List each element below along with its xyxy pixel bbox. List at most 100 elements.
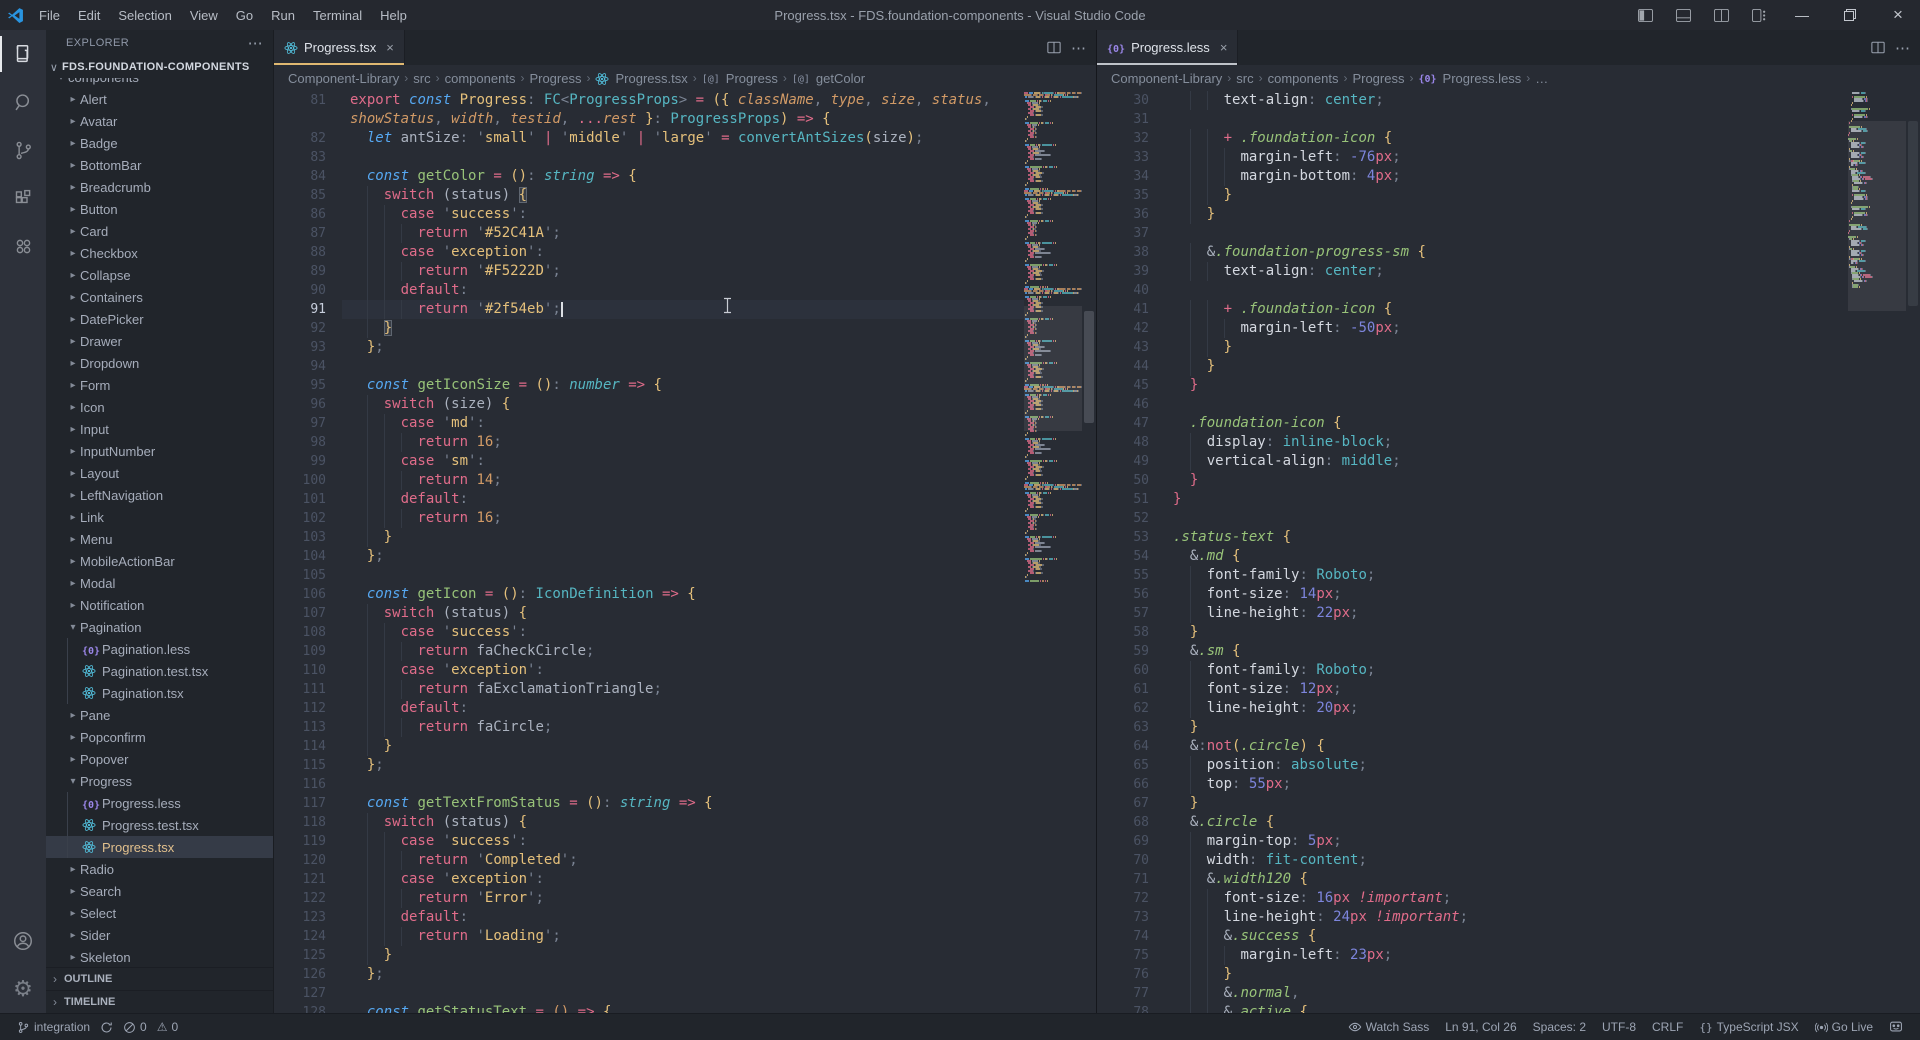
tree-item-collapse[interactable]: ▸Collapse — [46, 264, 273, 286]
tree-item-datepicker[interactable]: ▸DatePicker — [46, 308, 273, 330]
settings-icon[interactable]: ⚙ — [0, 965, 46, 1013]
status-integration[interactable]: integration — [12, 1020, 95, 1034]
tree-item-mobileactionbar[interactable]: ▸MobileActionBar — [46, 550, 273, 572]
tree-item-pagination-less[interactable]: {0}Pagination.less — [46, 638, 273, 660]
status-ln-91-col-26[interactable]: Ln 91, Col 26 — [1440, 1020, 1521, 1034]
breadcrumb-item[interactable]: components — [445, 71, 516, 86]
tree-item-progress[interactable]: ▾Progress — [46, 770, 273, 792]
explorer-more-actions-icon[interactable]: ⋯ — [248, 34, 263, 52]
status-crlf[interactable]: CRLF — [1647, 1020, 1688, 1034]
more-actions-icon[interactable]: ⋯ — [1895, 39, 1910, 57]
tree-item-popover[interactable]: ▸Popover — [46, 748, 273, 770]
status-go-live[interactable]: Go Live — [1810, 1020, 1878, 1034]
search-icon[interactable] — [0, 78, 46, 126]
status-typescript-jsx[interactable]: {}TypeScript JSX — [1694, 1020, 1803, 1034]
tree-item-notification[interactable]: ▸Notification — [46, 594, 273, 616]
breadcrumb-item[interactable]: Progress.tsx — [615, 71, 687, 86]
tree-item-checkbox[interactable]: ▸Checkbox — [46, 242, 273, 264]
menu-help[interactable]: Help — [371, 8, 416, 23]
close-tab-icon[interactable]: × — [1220, 40, 1228, 55]
explorer-icon[interactable] — [0, 30, 46, 78]
breadcrumb-item[interactable]: Progress — [726, 71, 778, 86]
breadcrumb-item[interactable]: Component-Library — [1111, 71, 1222, 86]
more-actions-icon[interactable]: ⋯ — [1071, 39, 1086, 57]
close-window-button[interactable]: × — [1876, 0, 1920, 30]
tree-item-icon[interactable]: ▸Icon — [46, 396, 273, 418]
breadcrumb-item[interactable]: Component-Library — [288, 71, 399, 86]
restore-button[interactable] — [1828, 0, 1872, 30]
minimap-slider[interactable] — [1024, 306, 1082, 431]
breadcrumb-item[interactable]: Progress.less — [1443, 71, 1522, 86]
tree-item-avatar[interactable]: ▸Avatar — [46, 110, 273, 132]
status-watch-sass[interactable]: Watch Sass — [1343, 1020, 1435, 1034]
tree-item-progress-test-tsx[interactable]: Progress.test.tsx — [46, 814, 273, 836]
breadcrumb-item[interactable]: components — [1268, 71, 1339, 86]
minimap[interactable] — [1024, 91, 1082, 1013]
account-icon[interactable] — [0, 917, 46, 965]
tree-item-form[interactable]: ▸Form — [46, 374, 273, 396]
menu-go[interactable]: Go — [227, 8, 262, 23]
tree-item-menu[interactable]: ▸Menu — [46, 528, 273, 550]
tree-item-components[interactable]: ▾components — [46, 78, 273, 88]
customize-layout-icon[interactable] — [1742, 0, 1776, 30]
tree-item-modal[interactable]: ▸Modal — [46, 572, 273, 594]
timeline-section[interactable]: › TIMELINE — [46, 990, 273, 1013]
tree-item-radio[interactable]: ▸Radio — [46, 858, 273, 880]
tree-item-pagination-tsx[interactable]: Pagination.tsx — [46, 682, 273, 704]
split-editor-icon[interactable] — [1871, 41, 1885, 54]
toggle-panel-icon[interactable] — [1666, 0, 1700, 30]
tree-item-search[interactable]: ▸Search — [46, 880, 273, 902]
scrollbar-thumb[interactable] — [1084, 311, 1094, 423]
menu-edit[interactable]: Edit — [69, 8, 109, 23]
tree-item-alert[interactable]: ▸Alert — [46, 88, 273, 110]
code-editor[interactable]: 81export const Progress: FC<ProgressProp… — [274, 91, 1096, 1013]
status-sync[interactable] — [95, 1021, 118, 1034]
breadcrumb-item[interactable]: getColor — [816, 71, 865, 86]
scrollbar-thumb[interactable] — [1908, 121, 1918, 306]
tree-item-button[interactable]: ▸Button — [46, 198, 273, 220]
breadcrumb-item[interactable]: Progress — [529, 71, 581, 86]
tree-item-card[interactable]: ▸Card — [46, 220, 273, 242]
tree-item-inputnumber[interactable]: ▸InputNumber — [46, 440, 273, 462]
minimap-slider[interactable] — [1848, 121, 1906, 311]
tree-item-select[interactable]: ▸Select — [46, 902, 273, 924]
tree-item-badge[interactable]: ▸Badge — [46, 132, 273, 154]
tree-item-pagination[interactable]: ▾Pagination — [46, 616, 273, 638]
source-control-icon[interactable] — [0, 126, 46, 174]
tree-item-drawer[interactable]: ▸Drawer — [46, 330, 273, 352]
tree-item-link[interactable]: ▸Link — [46, 506, 273, 528]
tab-progress-less[interactable]: {0}Progress.less× — [1097, 30, 1238, 65]
breadcrumb-item[interactable]: … — [1535, 71, 1548, 86]
tree-item-skeleton[interactable]: ▸Skeleton — [46, 946, 273, 967]
status-0[interactable]: ⚠0 — [152, 1020, 183, 1034]
outline-section[interactable]: › OUTLINE — [46, 967, 273, 990]
menu-view[interactable]: View — [181, 8, 227, 23]
menu-file[interactable]: File — [30, 8, 69, 23]
tree-item-layout[interactable]: ▸Layout — [46, 462, 273, 484]
split-editor-icon[interactable] — [1047, 41, 1061, 54]
tree-item-popconfirm[interactable]: ▸Popconfirm — [46, 726, 273, 748]
tree-item-sider[interactable]: ▸Sider — [46, 924, 273, 946]
toggle-sidebar-icon[interactable] — [1628, 0, 1662, 30]
status-feedback[interactable] — [1884, 1020, 1908, 1034]
menu-selection[interactable]: Selection — [109, 8, 180, 23]
minimize-button[interactable]: — — [1780, 0, 1824, 30]
breadcrumb-item[interactable]: src — [413, 71, 430, 86]
tree-item-bottombar[interactable]: ▸BottomBar — [46, 154, 273, 176]
components-cluster-icon[interactable] — [0, 222, 46, 270]
breadcrumb[interactable]: Component-Library›src›components›Progres… — [274, 65, 1096, 91]
tree-item-dropdown[interactable]: ▸Dropdown — [46, 352, 273, 374]
menu-terminal[interactable]: Terminal — [304, 8, 371, 23]
tree-item-pane[interactable]: ▸Pane — [46, 704, 273, 726]
breadcrumb-item[interactable]: Progress — [1352, 71, 1404, 86]
vertical-scrollbar[interactable] — [1082, 91, 1096, 1013]
close-tab-icon[interactable]: × — [386, 40, 394, 55]
tree-item-pagination-test-tsx[interactable]: Pagination.test.tsx — [46, 660, 273, 682]
tree-item-progress-less[interactable]: {0}Progress.less — [46, 792, 273, 814]
split-editor-layout-icon[interactable] — [1704, 0, 1738, 30]
breadcrumb[interactable]: Component-Library›src›components›Progres… — [1097, 65, 1920, 91]
minimap[interactable] — [1848, 91, 1906, 1013]
workspace-section-header[interactable]: ∨ FDS.FOUNDATION-COMPONENTS — [46, 56, 273, 78]
vertical-scrollbar[interactable] — [1906, 91, 1920, 1013]
tree-item-containers[interactable]: ▸Containers — [46, 286, 273, 308]
